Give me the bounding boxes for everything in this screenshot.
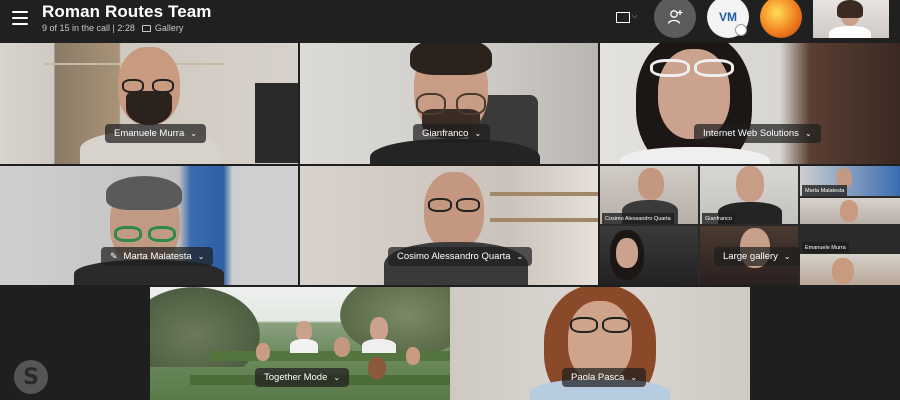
mini-tile-label: Cosimo Alessandro Quarta <box>602 213 674 224</box>
chevron-down-icon: ⌄ <box>197 252 205 261</box>
participant-name-menu[interactable]: Internet Web Solutions ⌄ <box>694 124 821 143</box>
mini-tile-label: Emanuele Murra <box>802 242 849 253</box>
view-mode-label: Gallery <box>154 23 184 33</box>
call-title: Roman Routes Team <box>42 2 212 21</box>
chevron-down-icon: ⌄ <box>190 129 197 138</box>
video-tile-marta-malatesta[interactable]: ✎ Marta Malatesta ⌄ <box>0 166 298 285</box>
video-tile-gianfranco[interactable]: Gianfranco ⌄ <box>300 43 598 164</box>
participant-name-menu[interactable]: Paola Pasca ⌄ <box>562 368 647 387</box>
skype-logo: S <box>14 360 48 394</box>
participant-name-menu[interactable]: Emanuele Murra ⌄ <box>105 124 206 143</box>
chevron-down-icon: ⌄ <box>783 252 791 261</box>
video-tile-cosimo-alessandro-quarta[interactable]: Cosimo Alessandro Quarta ⌄ <box>300 166 598 285</box>
mic-off-icon: ✎ <box>110 251 118 261</box>
add-person-icon <box>667 10 683 24</box>
gallery-icon <box>141 24 151 32</box>
chevron-down-icon: ⌵ <box>632 13 638 20</box>
self-view-video[interactable] <box>813 0 889 38</box>
chevron-down-icon: ⌄ <box>474 129 482 138</box>
participant-name-menu[interactable]: Gianfranco ⌄ <box>413 124 491 143</box>
chevron-down-icon: ⌄ <box>630 373 638 382</box>
mini-tile-label: Gianfranco <box>702 213 735 224</box>
together-mode-tile[interactable]: Together Mode ⌄ <box>150 287 450 400</box>
chevron-down-icon: ⌄ <box>804 129 812 138</box>
video-tile-paola-pasca[interactable]: Paola Pasca ⌄ <box>450 287 750 400</box>
layout-picker-button[interactable]: ⌵ <box>616 8 646 26</box>
participant-count-timer: 9 of 15 in the call | 2:28 <box>42 23 135 33</box>
together-mode-button[interactable]: Together Mode ⌄ <box>255 368 350 387</box>
video-tile-internet-web-solutions[interactable]: Internet Web Solutions ⌄ <box>600 43 900 164</box>
participant-avatar-flower[interactable] <box>760 0 802 38</box>
large-gallery-button[interactable]: Large gallery ⌄ <box>714 247 800 266</box>
call-status: 9 of 15 in the call | 2:28 Gallery <box>42 23 183 33</box>
call-header: Roman Routes Team 9 of 15 in the call | … <box>0 0 900 43</box>
participant-name-menu[interactable]: Cosimo Alessandro Quarta ⌄ <box>388 247 533 266</box>
video-tile-emanuele-murra[interactable]: Emanuele Murra ⌄ <box>0 43 298 164</box>
mic-off-icon <box>735 24 747 36</box>
add-people-button[interactable] <box>654 0 696 38</box>
gallery-layout-icon <box>616 11 630 23</box>
hamburger-icon[interactable] <box>12 11 28 25</box>
chevron-down-icon: ⌄ <box>516 252 524 261</box>
large-gallery-tile[interactable]: Cosimo Alessandro Quarta Gianfranco Mart… <box>600 166 900 285</box>
chevron-down-icon: ⌄ <box>333 373 341 382</box>
participant-avatar-vm[interactable]: VM <box>707 0 749 38</box>
mini-tile-label: Marta Malatesta <box>802 185 848 196</box>
participant-name-menu[interactable]: ✎ Marta Malatesta ⌄ <box>101 247 214 266</box>
